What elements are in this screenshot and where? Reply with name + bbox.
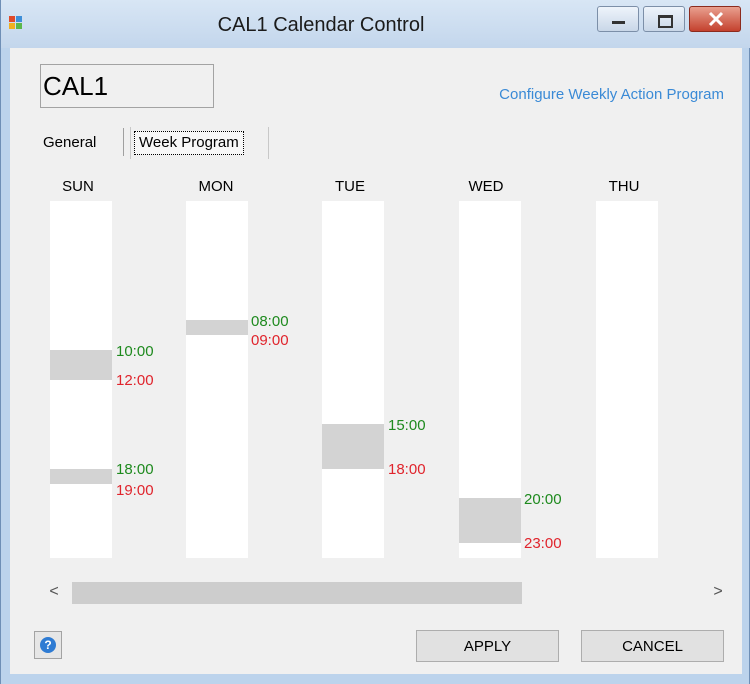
- scrollbar-thumb[interactable]: [72, 582, 522, 604]
- day-column-wed[interactable]: [459, 201, 521, 558]
- schedule-block[interactable]: [50, 350, 112, 380]
- day-column-mon[interactable]: [186, 201, 248, 558]
- client-area: CAL1 Configure Weekly Action Program Gen…: [10, 48, 742, 674]
- day-header-tue: TUE: [335, 178, 365, 195]
- tab-general[interactable]: General: [43, 134, 96, 151]
- on-time-label: 20:00: [524, 491, 562, 508]
- off-time-label: 18:00: [388, 461, 426, 478]
- day-header-sun: SUN: [62, 178, 94, 195]
- configure-weekly-program-link[interactable]: Configure Weekly Action Program: [499, 86, 724, 103]
- off-time-label: 09:00: [251, 332, 289, 349]
- close-button[interactable]: [689, 6, 741, 32]
- maximize-button[interactable]: [643, 6, 685, 32]
- cancel-button[interactable]: CANCEL: [581, 630, 724, 662]
- maximize-icon: [658, 15, 673, 28]
- on-time-label: 10:00: [116, 343, 154, 360]
- close-icon: [708, 11, 724, 27]
- apply-button[interactable]: APPLY: [416, 630, 559, 662]
- schedule-block[interactable]: [459, 498, 521, 543]
- schedule-block[interactable]: [322, 424, 384, 469]
- day-header-wed: WED: [468, 178, 504, 195]
- off-time-label: 23:00: [524, 535, 562, 552]
- minimize-icon: [612, 21, 625, 24]
- day-column-tue[interactable]: [322, 201, 384, 558]
- title-bar[interactable]: CAL1 Calendar Control: [1, 0, 750, 48]
- help-icon: ?: [40, 637, 56, 653]
- help-button[interactable]: ?: [34, 631, 62, 659]
- tab-week-program[interactable]: Week Program: [134, 131, 244, 155]
- minimize-button[interactable]: [597, 6, 639, 32]
- day-column-sun[interactable]: [50, 201, 112, 558]
- on-time-label: 15:00: [388, 417, 426, 434]
- scroll-right-icon[interactable]: >: [708, 583, 728, 601]
- off-time-label: 12:00: [116, 372, 154, 389]
- day-header-mon: MON: [198, 178, 234, 195]
- day-column-thu[interactable]: [596, 201, 658, 558]
- schedule-block[interactable]: [50, 469, 112, 484]
- off-time-label: 19:00: [116, 482, 154, 499]
- calendar-name-field: CAL1: [40, 64, 214, 108]
- schedule-block[interactable]: [186, 320, 248, 335]
- on-time-label: 18:00: [116, 461, 154, 478]
- horizontal-scrollbar[interactable]: < >: [40, 580, 734, 606]
- tab-divider: [123, 128, 124, 156]
- calendar-control-window: CAL1 Calendar Control CAL1 Configure Wee…: [0, 0, 750, 684]
- scroll-left-icon[interactable]: <: [44, 583, 64, 601]
- on-time-label: 08:00: [251, 313, 289, 330]
- window-title: CAL1 Calendar Control: [217, 14, 425, 36]
- day-header-thu: THU: [608, 178, 640, 195]
